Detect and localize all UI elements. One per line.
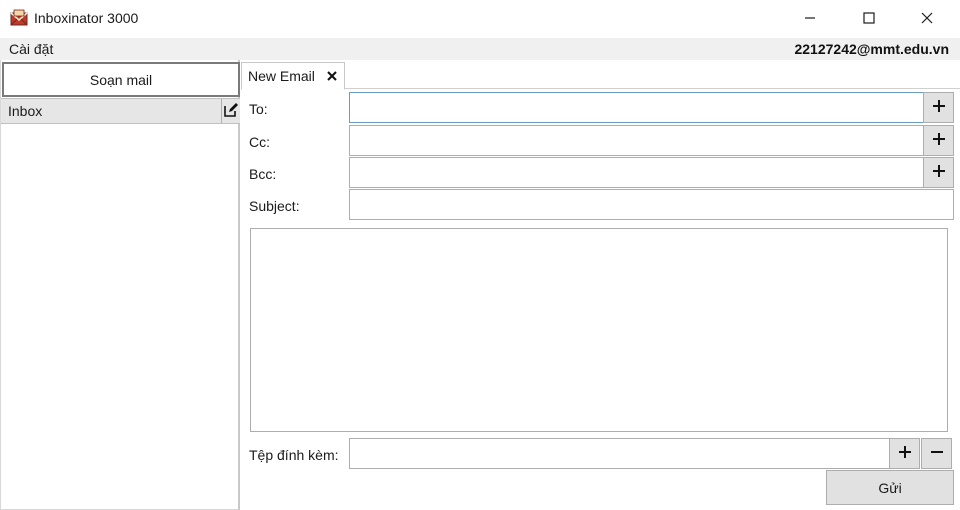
close-window-button[interactable]	[898, 0, 956, 38]
maximize-icon	[863, 11, 875, 27]
plus-icon	[932, 132, 946, 149]
cc-label: Cc:	[249, 134, 270, 150]
tab-strip: New Email	[241, 60, 960, 90]
edit-icon	[223, 102, 239, 121]
folder-item-inbox[interactable]: Inbox	[1, 98, 240, 124]
add-bcc-button[interactable]	[923, 157, 954, 188]
minimize-icon	[804, 11, 816, 27]
add-cc-button[interactable]	[923, 125, 954, 156]
menu-settings[interactable]: Cài đặt	[9, 41, 53, 57]
to-label: To:	[249, 101, 268, 117]
folder-label: Inbox	[8, 103, 43, 119]
menu-bar: Cài đặt 22127242@mmt.edu.vn	[0, 38, 960, 60]
tab-new-email[interactable]: New Email	[241, 62, 345, 90]
minimize-button[interactable]	[781, 0, 839, 38]
close-icon	[921, 11, 933, 27]
add-attachment-button[interactable]	[889, 438, 920, 469]
attachment-label: Tệp đính kèm:	[249, 447, 339, 463]
remove-attachment-button[interactable]	[921, 438, 952, 469]
user-email: 22127242@mmt.edu.vn	[794, 41, 949, 57]
plus-icon	[898, 445, 912, 462]
compose-button[interactable]: Soạn mail	[2, 62, 240, 97]
to-field[interactable]	[349, 92, 924, 123]
bcc-field[interactable]	[349, 157, 924, 188]
attachment-field[interactable]	[349, 438, 890, 469]
subject-label: Subject:	[249, 198, 300, 214]
close-icon[interactable]	[324, 68, 340, 84]
cc-field[interactable]	[349, 125, 924, 156]
email-body-textarea[interactable]	[250, 228, 948, 432]
send-button[interactable]: Gửi	[826, 470, 954, 505]
add-to-button[interactable]	[923, 92, 954, 123]
subject-field[interactable]	[349, 189, 954, 220]
edit-folder-button[interactable]	[221, 99, 240, 123]
title-bar: Inboxinator 3000	[0, 0, 960, 38]
plus-icon	[932, 99, 946, 116]
maximize-button[interactable]	[840, 0, 898, 38]
tab-label: New Email	[248, 68, 315, 84]
plus-icon	[932, 164, 946, 181]
bcc-label: Bcc:	[249, 166, 277, 182]
minus-icon	[930, 445, 944, 462]
app-title: Inboxinator 3000	[34, 10, 139, 26]
sidebar: Soạn mail Inbox	[0, 60, 240, 510]
main-panel: New Email To: Cc: Bcc: Subject: Tệp đính…	[241, 60, 960, 510]
envelope-app-icon	[9, 9, 29, 29]
